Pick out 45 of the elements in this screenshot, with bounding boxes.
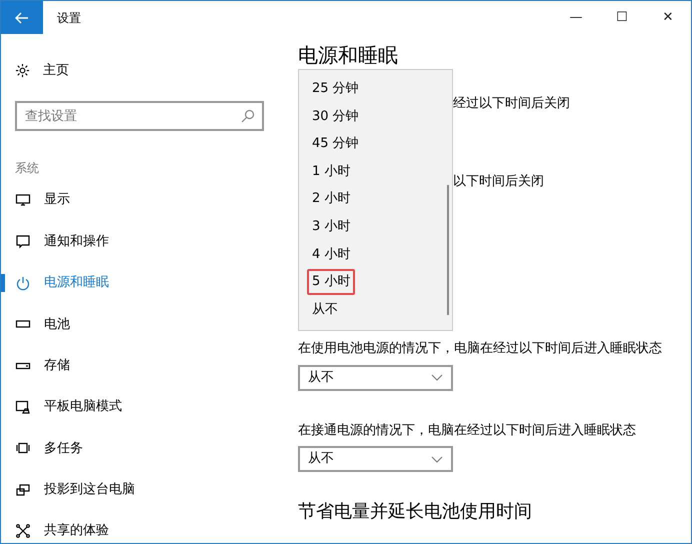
back-button[interactable] — [1, 1, 43, 34]
maximize-button[interactable]: ☐ — [599, 2, 645, 32]
close-button[interactable]: ✕ — [645, 2, 691, 32]
page-title: 电源和睡眠 — [298, 42, 399, 68]
dropdown-option[interactable]: 2 小时 — [307, 186, 356, 212]
setting-label: 在接通电源的情况下，电脑在经过以下时间后进入睡眠状态 — [298, 422, 637, 440]
dropdown[interactable]: 从不 — [298, 446, 453, 472]
settings-icon — [15, 63, 30, 78]
sidebar-item[interactable]: 投影到这台电脑 — [15, 469, 272, 511]
minimize-button[interactable]: — — [553, 2, 599, 32]
dropdown-option[interactable]: 25 分钟 — [307, 76, 364, 102]
setting-label: 以下时间后关闭 — [453, 172, 545, 190]
window-title: 设置 — [57, 10, 81, 26]
dropdown-option[interactable]: 从不 — [307, 296, 343, 322]
power-icon — [15, 274, 31, 291]
sidebar-item[interactable]: 多任务 — [15, 428, 272, 470]
dropdown[interactable]: 从不 — [298, 364, 453, 390]
sidebar-item[interactable]: 共享的体验 — [15, 510, 272, 543]
sidebar-item[interactable]: 显示 — [15, 179, 272, 221]
sidebar-item[interactable]: 电池 — [15, 304, 272, 345]
section-label: 系统 — [15, 160, 40, 178]
dropdown-option[interactable]: 5 小时 — [307, 269, 356, 295]
projector-icon — [15, 482, 31, 498]
share-icon — [15, 523, 31, 540]
scrollbar[interactable] — [447, 185, 449, 315]
setting-label: 在使用电池电源的情况下，电脑在经过以下时间后进入睡眠状态 — [298, 340, 663, 358]
dropdown-option[interactable]: 1 小时 — [307, 158, 356, 184]
chevron-icon — [431, 374, 443, 381]
chevron-icon — [431, 456, 443, 462]
sidebar-item[interactable]: 平板电脑模式 — [15, 386, 272, 428]
section-title: 节省电量并延长电池使用时间 — [298, 500, 533, 524]
monitor-icon — [15, 192, 31, 208]
back-arrow-icon — [15, 12, 29, 24]
sidebar-item[interactable]: 存储 — [15, 344, 272, 386]
dropdown-option[interactable]: 3 小时 — [307, 214, 356, 240]
sidebar-item[interactable]: 通知和操作 — [15, 220, 272, 262]
setting-label: 经过以下时间后关闭 — [453, 95, 571, 113]
message-icon — [15, 233, 31, 250]
search-field[interactable]: 查找设置 — [15, 101, 264, 132]
search-icon — [241, 109, 255, 124]
dropdown-option[interactable]: 4 小时 — [307, 242, 356, 268]
home-item[interactable]: 主页 — [15, 50, 272, 92]
dropdown-option[interactable]: 30 分钟 — [307, 104, 364, 130]
tablet-icon — [15, 399, 31, 416]
dropdown-option[interactable]: 45 分钟 — [307, 131, 364, 157]
